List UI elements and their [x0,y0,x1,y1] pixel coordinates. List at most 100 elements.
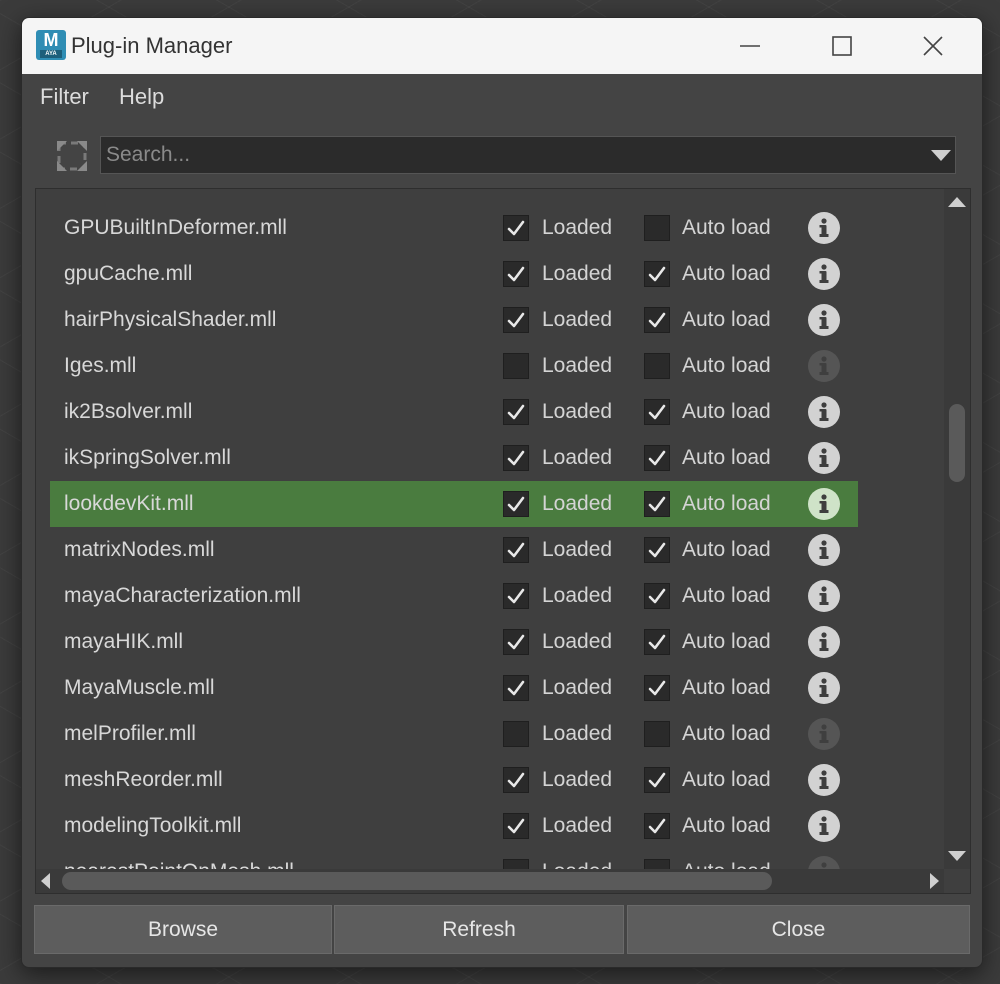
vertical-scrollbar[interactable] [944,189,970,869]
autoload-label: Auto load [682,262,771,285]
autoload-label: Auto load [682,400,771,423]
loaded-checkbox[interactable] [503,261,529,287]
loaded-checkbox[interactable] [503,859,529,869]
autoload-checkbox[interactable] [644,721,670,747]
autoload-label: Auto load [682,584,771,607]
plugin-row[interactable]: Iges.mll Loaded Auto load [50,343,858,389]
autoload-label: Auto load [682,722,771,745]
search-dropdown-icon[interactable] [931,150,951,161]
autoload-label: Auto load [682,354,771,377]
autoload-checkbox[interactable] [644,859,670,869]
autoload-label: Auto load [682,308,771,331]
loaded-label: Loaded [542,446,613,469]
plugin-name: nearestPointOnMesh.mll [64,858,294,869]
autoload-checkbox[interactable] [644,537,670,563]
autoload-checkbox[interactable] [644,399,670,425]
autoload-checkbox[interactable] [644,583,670,609]
info-icon [808,856,840,869]
horizontal-scroll-thumb[interactable] [62,872,772,890]
autoload-checkbox[interactable] [644,307,670,333]
info-icon[interactable] [808,580,840,612]
plugin-name: GPUBuiltInDeformer.mll [64,216,287,239]
loaded-checkbox[interactable] [503,583,529,609]
plugin-row[interactable]: mayaCharacterization.mll Loaded Auto load [50,573,858,619]
info-icon[interactable] [808,672,840,704]
plugin-name: lookdevKit.mll [64,492,194,515]
plugin-row[interactable]: hairPhysicalShader.mll Loaded Auto load [50,297,858,343]
logo-letter: M [43,30,59,50]
loaded-checkbox[interactable] [503,767,529,793]
autoload-label: Auto load [682,676,771,699]
autoload-checkbox[interactable] [644,675,670,701]
plugin-row[interactable]: modelingToolkit.mll Loaded Auto load [50,803,858,849]
scroll-down-icon[interactable] [948,851,966,861]
plugin-row[interactable]: ikSpringSolver.mll Loaded Auto load [50,435,858,481]
loaded-label: Loaded [542,584,613,607]
refresh-button[interactable]: Refresh [334,905,624,954]
autoload-checkbox[interactable] [644,261,670,287]
search-input[interactable] [101,137,916,173]
browse-button[interactable]: Browse [34,905,332,954]
scroll-left-icon[interactable] [41,873,50,889]
info-icon[interactable] [808,488,840,520]
minimize-button[interactable] [705,18,795,74]
info-icon[interactable] [808,810,840,842]
maximize-button[interactable] [797,18,887,74]
info-icon[interactable] [808,534,840,566]
menu-help[interactable]: Help [115,83,168,111]
plugin-row[interactable]: matrixNodes.mll Loaded Auto load [50,527,858,573]
info-icon[interactable] [808,304,840,336]
plugin-name: hairPhysicalShader.mll [64,308,277,331]
loaded-checkbox[interactable] [503,537,529,563]
plugin-row[interactable]: GPUBuiltInDeformer.mll Loaded Auto load [50,205,858,251]
info-icon[interactable] [808,626,840,658]
loaded-checkbox[interactable] [503,813,529,839]
search-field [100,136,956,174]
plugin-row[interactable]: MayaMuscle.mll Loaded Auto load [50,665,858,711]
autoload-checkbox[interactable] [644,813,670,839]
plugin-row[interactable]: meshReorder.mll Loaded Auto load [50,757,858,803]
autoload-checkbox[interactable] [644,445,670,471]
close-button[interactable]: Close [627,905,970,954]
autoload-checkbox[interactable] [644,767,670,793]
autoload-label: Auto load [682,538,771,561]
loaded-checkbox[interactable] [503,721,529,747]
autoload-checkbox[interactable] [644,491,670,517]
close-icon [923,36,943,56]
plugin-name: gpuCache.mll [64,262,193,285]
scroll-up-icon[interactable] [948,197,966,207]
plugin-row[interactable]: mayaHIK.mll Loaded Auto load [50,619,858,665]
autoload-checkbox[interactable] [644,215,670,241]
plugin-row[interactable]: melProfiler.mll Loaded Auto load [50,711,858,757]
menu-filter[interactable]: Filter [36,83,93,111]
autoload-checkbox[interactable] [644,629,670,655]
autoload-checkbox[interactable] [644,353,670,379]
horizontal-scrollbar[interactable] [36,869,944,893]
autoload-label: Auto load [682,858,771,869]
plugin-name: ikSpringSolver.mll [64,446,231,469]
loaded-checkbox[interactable] [503,675,529,701]
plugin-row[interactable]: gpuCache.mll Loaded Auto load [50,251,858,297]
info-icon[interactable] [808,212,840,244]
info-icon[interactable] [808,396,840,428]
loaded-checkbox[interactable] [503,399,529,425]
plugin-row[interactable]: lookdevKit.mll Loaded Auto load [50,481,858,527]
logo-subtext: AYA [40,50,62,58]
scroll-right-icon[interactable] [930,873,939,889]
loaded-checkbox[interactable] [503,353,529,379]
loaded-checkbox[interactable] [503,307,529,333]
info-icon[interactable] [808,764,840,796]
loaded-checkbox[interactable] [503,445,529,471]
info-icon[interactable] [808,442,840,474]
info-icon[interactable] [808,258,840,290]
filter-icon[interactable] [55,139,89,173]
autoload-label: Auto load [682,768,771,791]
menu-bar: Filter Help [22,74,982,120]
close-window-button[interactable] [888,18,978,74]
loaded-checkbox[interactable] [503,215,529,241]
plugin-row[interactable]: nearestPointOnMesh.mll Loaded Auto load [50,849,858,869]
loaded-checkbox[interactable] [503,629,529,655]
vertical-scroll-thumb[interactable] [949,404,965,482]
loaded-checkbox[interactable] [503,491,529,517]
plugin-row[interactable]: ik2Bsolver.mll Loaded Auto load [50,389,858,435]
